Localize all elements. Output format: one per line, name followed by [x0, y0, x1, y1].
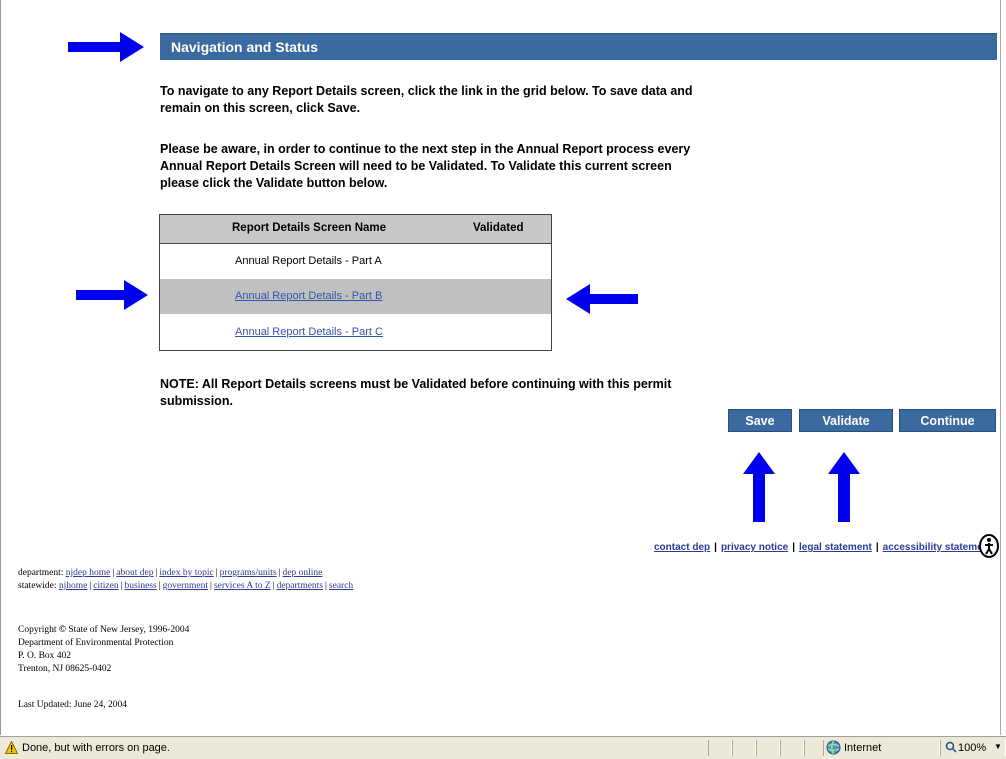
continue-button[interactable]: Continue [899, 409, 996, 432]
status-pane [708, 740, 732, 756]
statewide-label: statewide: [18, 581, 57, 591]
browser-status-bar: Done, but with errors on page. Internet … [0, 736, 1006, 759]
separator: | [792, 542, 796, 553]
search-link[interactable]: search [329, 581, 353, 591]
report-part-b-link[interactable]: Annual Report Details - Part B [235, 290, 382, 302]
privacy-notice-link[interactable]: privacy notice [721, 542, 788, 553]
status-pane [780, 740, 804, 756]
accessibility-icon[interactable] [979, 534, 999, 558]
annotation-arrow-up-icon [828, 452, 860, 522]
dep-online-link[interactable]: dep online [283, 568, 323, 578]
annotation-arrow-right-icon [76, 280, 148, 310]
instruction-text: To navigate to any Report Details screen… [160, 84, 693, 115]
zoom-icon[interactable] [945, 741, 957, 753]
copyright-department: Department of Environmental Protection [18, 638, 174, 648]
table-row: Annual Report Details - Part A [160, 244, 551, 279]
validation-note: NOTE: All Report Details screens must be… [160, 377, 672, 408]
programs-units-link[interactable]: programs/units [220, 568, 277, 578]
copyright-owner: State of New Jersey, 1996-2004 [68, 625, 190, 635]
copyright-block: Copyright © State of New Jersey, 1996-20… [18, 624, 189, 676]
legal-statement-link[interactable]: legal statement [799, 542, 872, 553]
business-link[interactable]: business [125, 581, 157, 591]
report-details-grid: Report Details Screen Name Validated Ann… [159, 214, 552, 351]
accessibility-statement-link[interactable]: accessibility statement [883, 542, 993, 553]
footer-links: contact dep | privacy notice | legal stateme… [654, 542, 992, 553]
services-a-to-z-link[interactable]: services A to Z [214, 581, 271, 591]
warning-icon[interactable] [5, 741, 18, 754]
save-button[interactable]: Save [728, 409, 792, 432]
copyright-label: Copyright [18, 625, 57, 635]
globe-icon [826, 740, 841, 755]
departments-link[interactable]: departments [277, 581, 323, 591]
statewide-links: statewide: njhome | citizen | business | gover… [18, 581, 354, 591]
last-updated: Last Updated: June 24, 2004 [18, 700, 127, 710]
annotation-arrow-right-icon [68, 32, 144, 62]
grid-header-row: Report Details Screen Name Validated [160, 215, 551, 244]
report-part-a-label: Annual Report Details - Part A [235, 255, 382, 267]
zoom-level[interactable]: 100% [958, 742, 986, 754]
table-row: Annual Report Details - Part C [160, 315, 551, 350]
column-header-name: Report Details Screen Name [232, 222, 387, 234]
separator: | [714, 542, 717, 553]
status-pane [804, 740, 824, 756]
section-header: Navigation and Status [160, 33, 997, 60]
annotation-arrow-up-icon [743, 452, 775, 522]
citizen-link[interactable]: citizen [93, 581, 118, 591]
table-row: Annual Report Details - Part B [160, 279, 551, 314]
contact-dep-link[interactable]: contact dep [654, 542, 710, 553]
status-message: Done, but with errors on page. [22, 742, 170, 754]
window-left-border [0, 0, 1, 735]
window-scrollbar-edge[interactable] [1000, 0, 1006, 735]
report-part-c-link[interactable]: Annual Report Details - Part C [235, 326, 383, 338]
about-dep-link[interactable]: about dep [116, 568, 153, 578]
security-zone-label: Internet [844, 742, 882, 754]
department-label: department: [18, 568, 64, 578]
status-pane [732, 740, 756, 756]
njdep-home-link[interactable]: njdep home [66, 568, 111, 578]
index-by-topic-link[interactable]: index by topic [159, 568, 213, 578]
separator: | [875, 542, 879, 553]
copyright-symbol-icon: © [58, 625, 67, 635]
njhome-link[interactable]: njhome [59, 581, 88, 591]
copyright-city: Trenton, NJ 08625-0402 [18, 664, 112, 674]
instruction-text: Please be aware, in order to continue to… [160, 142, 691, 190]
copyright-pobox: P. O. Box 402 [18, 651, 72, 661]
annotation-arrow-left-icon [566, 284, 638, 314]
chevron-down-icon[interactable]: ▼ [994, 742, 1002, 751]
status-pane [756, 740, 780, 756]
government-link[interactable]: government [163, 581, 208, 591]
validate-button[interactable]: Validate [799, 409, 893, 432]
column-header-validated: Validated [473, 222, 524, 234]
department-links: department: njdep home | about dep | index b… [18, 568, 323, 578]
